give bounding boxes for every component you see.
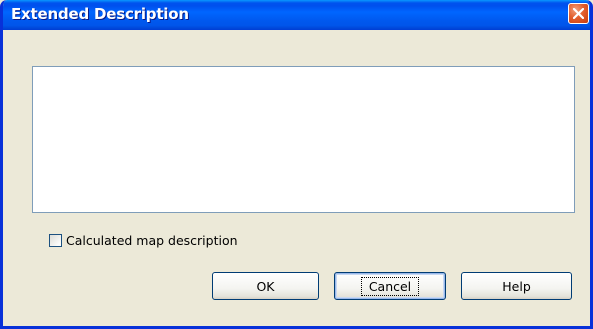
description-text-field[interactable] [32, 66, 575, 213]
close-icon [573, 8, 584, 19]
help-button-label: Help [502, 278, 531, 294]
dialog-body: Calculated map description OK Cancel Hel… [3, 30, 590, 326]
checkbox-label: Calculated map description [66, 232, 238, 248]
title-bar[interactable]: Extended Description [3, 0, 590, 30]
close-button[interactable] [568, 3, 589, 24]
calculated-map-description-option[interactable]: Calculated map description [49, 231, 238, 249]
help-button[interactable]: Help [461, 272, 572, 300]
window-title: Extended Description [11, 5, 189, 23]
cancel-button-label: Cancel [360, 276, 420, 296]
ok-button-label: OK [256, 278, 275, 294]
calculated-map-description-checkbox[interactable] [49, 233, 62, 247]
cancel-button[interactable]: Cancel [334, 272, 446, 300]
ok-button[interactable]: OK [212, 272, 319, 300]
extended-description-dialog: Extended Description Calculated map desc… [0, 0, 593, 329]
